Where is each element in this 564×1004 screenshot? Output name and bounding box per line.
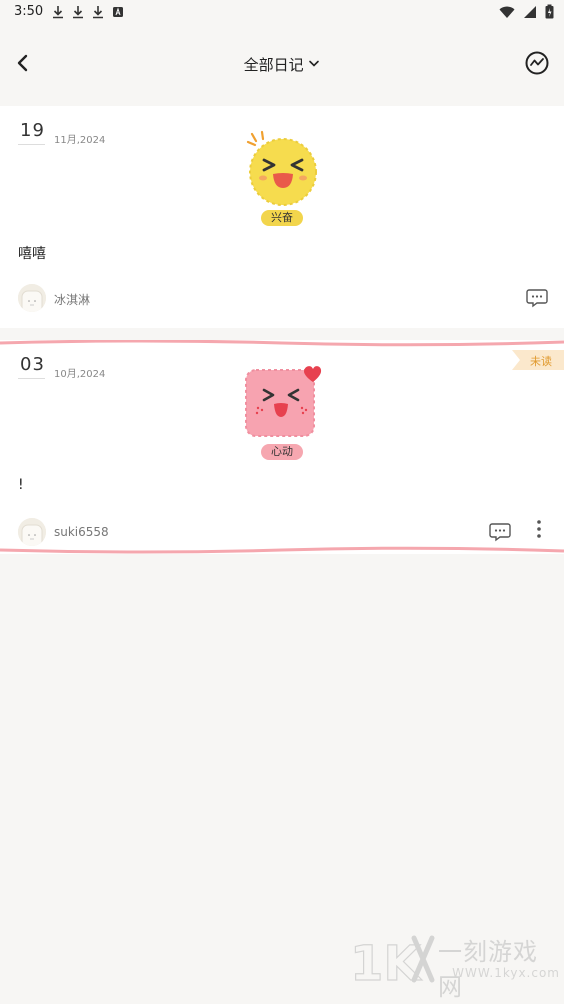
avatar-face-icon (18, 284, 46, 312)
download-icon (53, 6, 63, 19)
entry-day: 03 (20, 354, 45, 375)
diary-filter-dropdown[interactable]: 全部日记 (0, 54, 564, 75)
mood-stats-icon[interactable] (524, 50, 550, 76)
entry-month-year: 10月,2024 (54, 369, 106, 380)
download-icon (73, 6, 83, 19)
comment-icon[interactable] (526, 288, 548, 308)
status-notification-icons (52, 5, 124, 19)
watermark-url: WWW.1kyx.com (452, 966, 560, 980)
entry-month-year: 11月,2024 (54, 135, 106, 146)
author-name: 冰淇淋 (54, 293, 91, 307)
chevron-down-icon (309, 60, 320, 67)
wifi-icon (499, 6, 515, 18)
comment-icon[interactable] (489, 522, 511, 542)
app-notification-icon (113, 7, 123, 17)
battery-icon (545, 4, 554, 19)
mood-label: 心动 (261, 444, 303, 460)
date-divider (18, 144, 45, 145)
page-title: 全部日记 (243, 56, 304, 74)
mood-label: 兴奋 (261, 210, 303, 226)
avatar-face-icon (18, 518, 46, 546)
heart-throb-mood-icon (245, 366, 322, 437)
status-time: 3:50 (14, 4, 44, 19)
entry-content: ! (18, 477, 24, 493)
date-divider (18, 378, 45, 379)
status-system-icons (499, 4, 554, 19)
entry-content: 嘻嘻 (18, 246, 46, 262)
watermark-text: 一刻游戏网 WWW.1kyx.com (438, 932, 564, 1001)
more-options-icon[interactable] (534, 518, 544, 540)
app-header: 全部日记 (0, 40, 564, 88)
status-bar: 3:50 (0, 0, 564, 24)
diary-entry-card[interactable]: 19 11月,2024 兴奋 嘻嘻 冰淇淋 (0, 106, 564, 328)
unread-badge: 未读 (530, 355, 552, 368)
avatar[interactable] (18, 284, 46, 312)
author-name: suki6558 (54, 525, 109, 539)
signal-icon (524, 5, 536, 18)
download-icon (93, 6, 103, 19)
avatar[interactable] (18, 518, 46, 546)
entry-day: 19 (20, 120, 45, 141)
diary-entry-card-unread[interactable]: 未读 03 10月,2024 心动 ! suki6558 (0, 340, 564, 554)
excited-mood-icon (246, 130, 317, 206)
